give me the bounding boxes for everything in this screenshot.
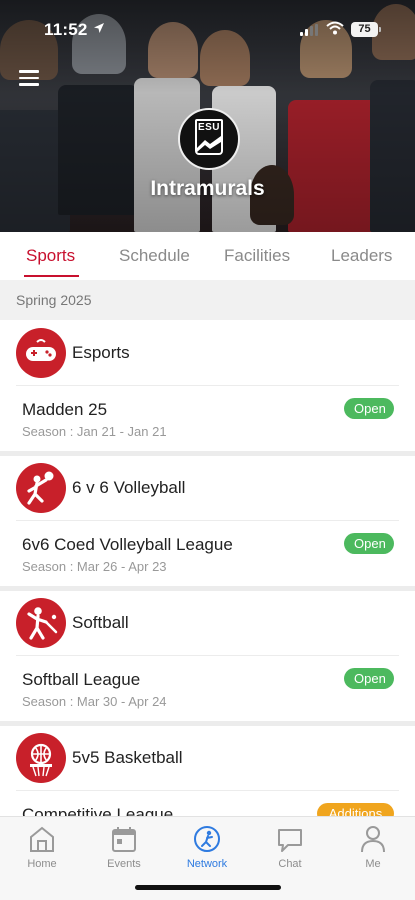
location-arrow-icon	[94, 23, 104, 33]
chat-icon	[278, 829, 302, 852]
battery-indicator: 75	[351, 22, 381, 37]
league-name: 6v6 Coed Volleyball League	[22, 535, 233, 554]
tab-sports[interactable]: Sports	[26, 246, 75, 266]
sport-card-volleyball: 6 v 6 Volleyball 6v6 Coed Volleyball Lea…	[0, 456, 415, 585]
esu-logo: ESU	[178, 108, 240, 170]
basketball-icon	[16, 733, 66, 783]
wifi-icon	[326, 21, 344, 35]
clock: 11:52	[44, 20, 88, 39]
tab-facilities[interactable]: Facilities	[224, 246, 290, 266]
sport-card-basketball: 5v5 Basketball Competitive League Additi…	[0, 726, 415, 818]
sport-name: 5v5 Basketball	[72, 748, 183, 767]
tab-bar: Sports Schedule Facilities Leaders	[0, 232, 415, 278]
softball-icon	[16, 598, 66, 648]
sport-card-esports: Esports Madden 25 Season : Jan 21 - Jan …	[0, 321, 415, 450]
volleyball-icon	[16, 463, 66, 513]
sport-header[interactable]: Softball	[0, 591, 415, 655]
sport-name: Softball	[72, 613, 129, 632]
league-row[interactable]: 6v6 Coed Volleyball League Season : Mar …	[0, 521, 415, 585]
sport-header[interactable]: 6 v 6 Volleyball	[0, 456, 415, 520]
hamburger-menu-icon[interactable]	[19, 70, 39, 86]
season-title: Spring 2025	[16, 292, 92, 308]
calendar-icon	[112, 827, 136, 852]
league-row[interactable]: Competitive League Additions	[0, 791, 415, 818]
tab-leaders[interactable]: Leaders	[331, 246, 392, 266]
sport-header[interactable]: 5v5 Basketball	[0, 726, 415, 790]
person-icon	[361, 826, 385, 853]
status-badge: Open	[344, 668, 394, 689]
season-header: Spring 2025	[0, 280, 415, 320]
league-name: Softball League	[22, 670, 141, 689]
nav-home[interactable]: Home	[12, 823, 72, 870]
sport-card-softball: Softball Softball League Season : Mar 30…	[0, 591, 415, 720]
home-indicator	[135, 885, 281, 890]
nav-me[interactable]: Me	[343, 823, 403, 870]
nav-chat[interactable]: Chat	[260, 823, 320, 870]
page-title: Intramurals	[150, 177, 265, 200]
home-icon	[30, 826, 54, 852]
status-bar: 11:52 75	[0, 0, 415, 58]
league-season: Season : Jan 21 - Jan 21	[22, 424, 167, 439]
league-name: Madden 25	[22, 400, 108, 419]
league-row[interactable]: Softball League Season : Mar 30 - Apr 24…	[0, 656, 415, 720]
gamepad-icon	[16, 328, 66, 378]
cellular-signal-icon	[300, 24, 318, 36]
nav-events[interactable]: Events	[94, 823, 154, 870]
league-season: Season : Mar 26 - Apr 23	[22, 559, 167, 574]
network-icon	[194, 826, 220, 852]
sport-header[interactable]: Esports	[0, 321, 415, 385]
nav-network[interactable]: Network	[177, 823, 237, 870]
status-badge: Open	[344, 398, 394, 419]
active-tab-indicator	[24, 275, 79, 277]
league-row[interactable]: Madden 25 Season : Jan 21 - Jan 21 Open	[0, 386, 415, 450]
tab-schedule[interactable]: Schedule	[119, 246, 190, 266]
sport-name: Esports	[72, 343, 130, 362]
league-season: Season : Mar 30 - Apr 24	[22, 694, 167, 709]
sport-name: 6 v 6 Volleyball	[72, 478, 186, 497]
status-badge: Open	[344, 533, 394, 554]
